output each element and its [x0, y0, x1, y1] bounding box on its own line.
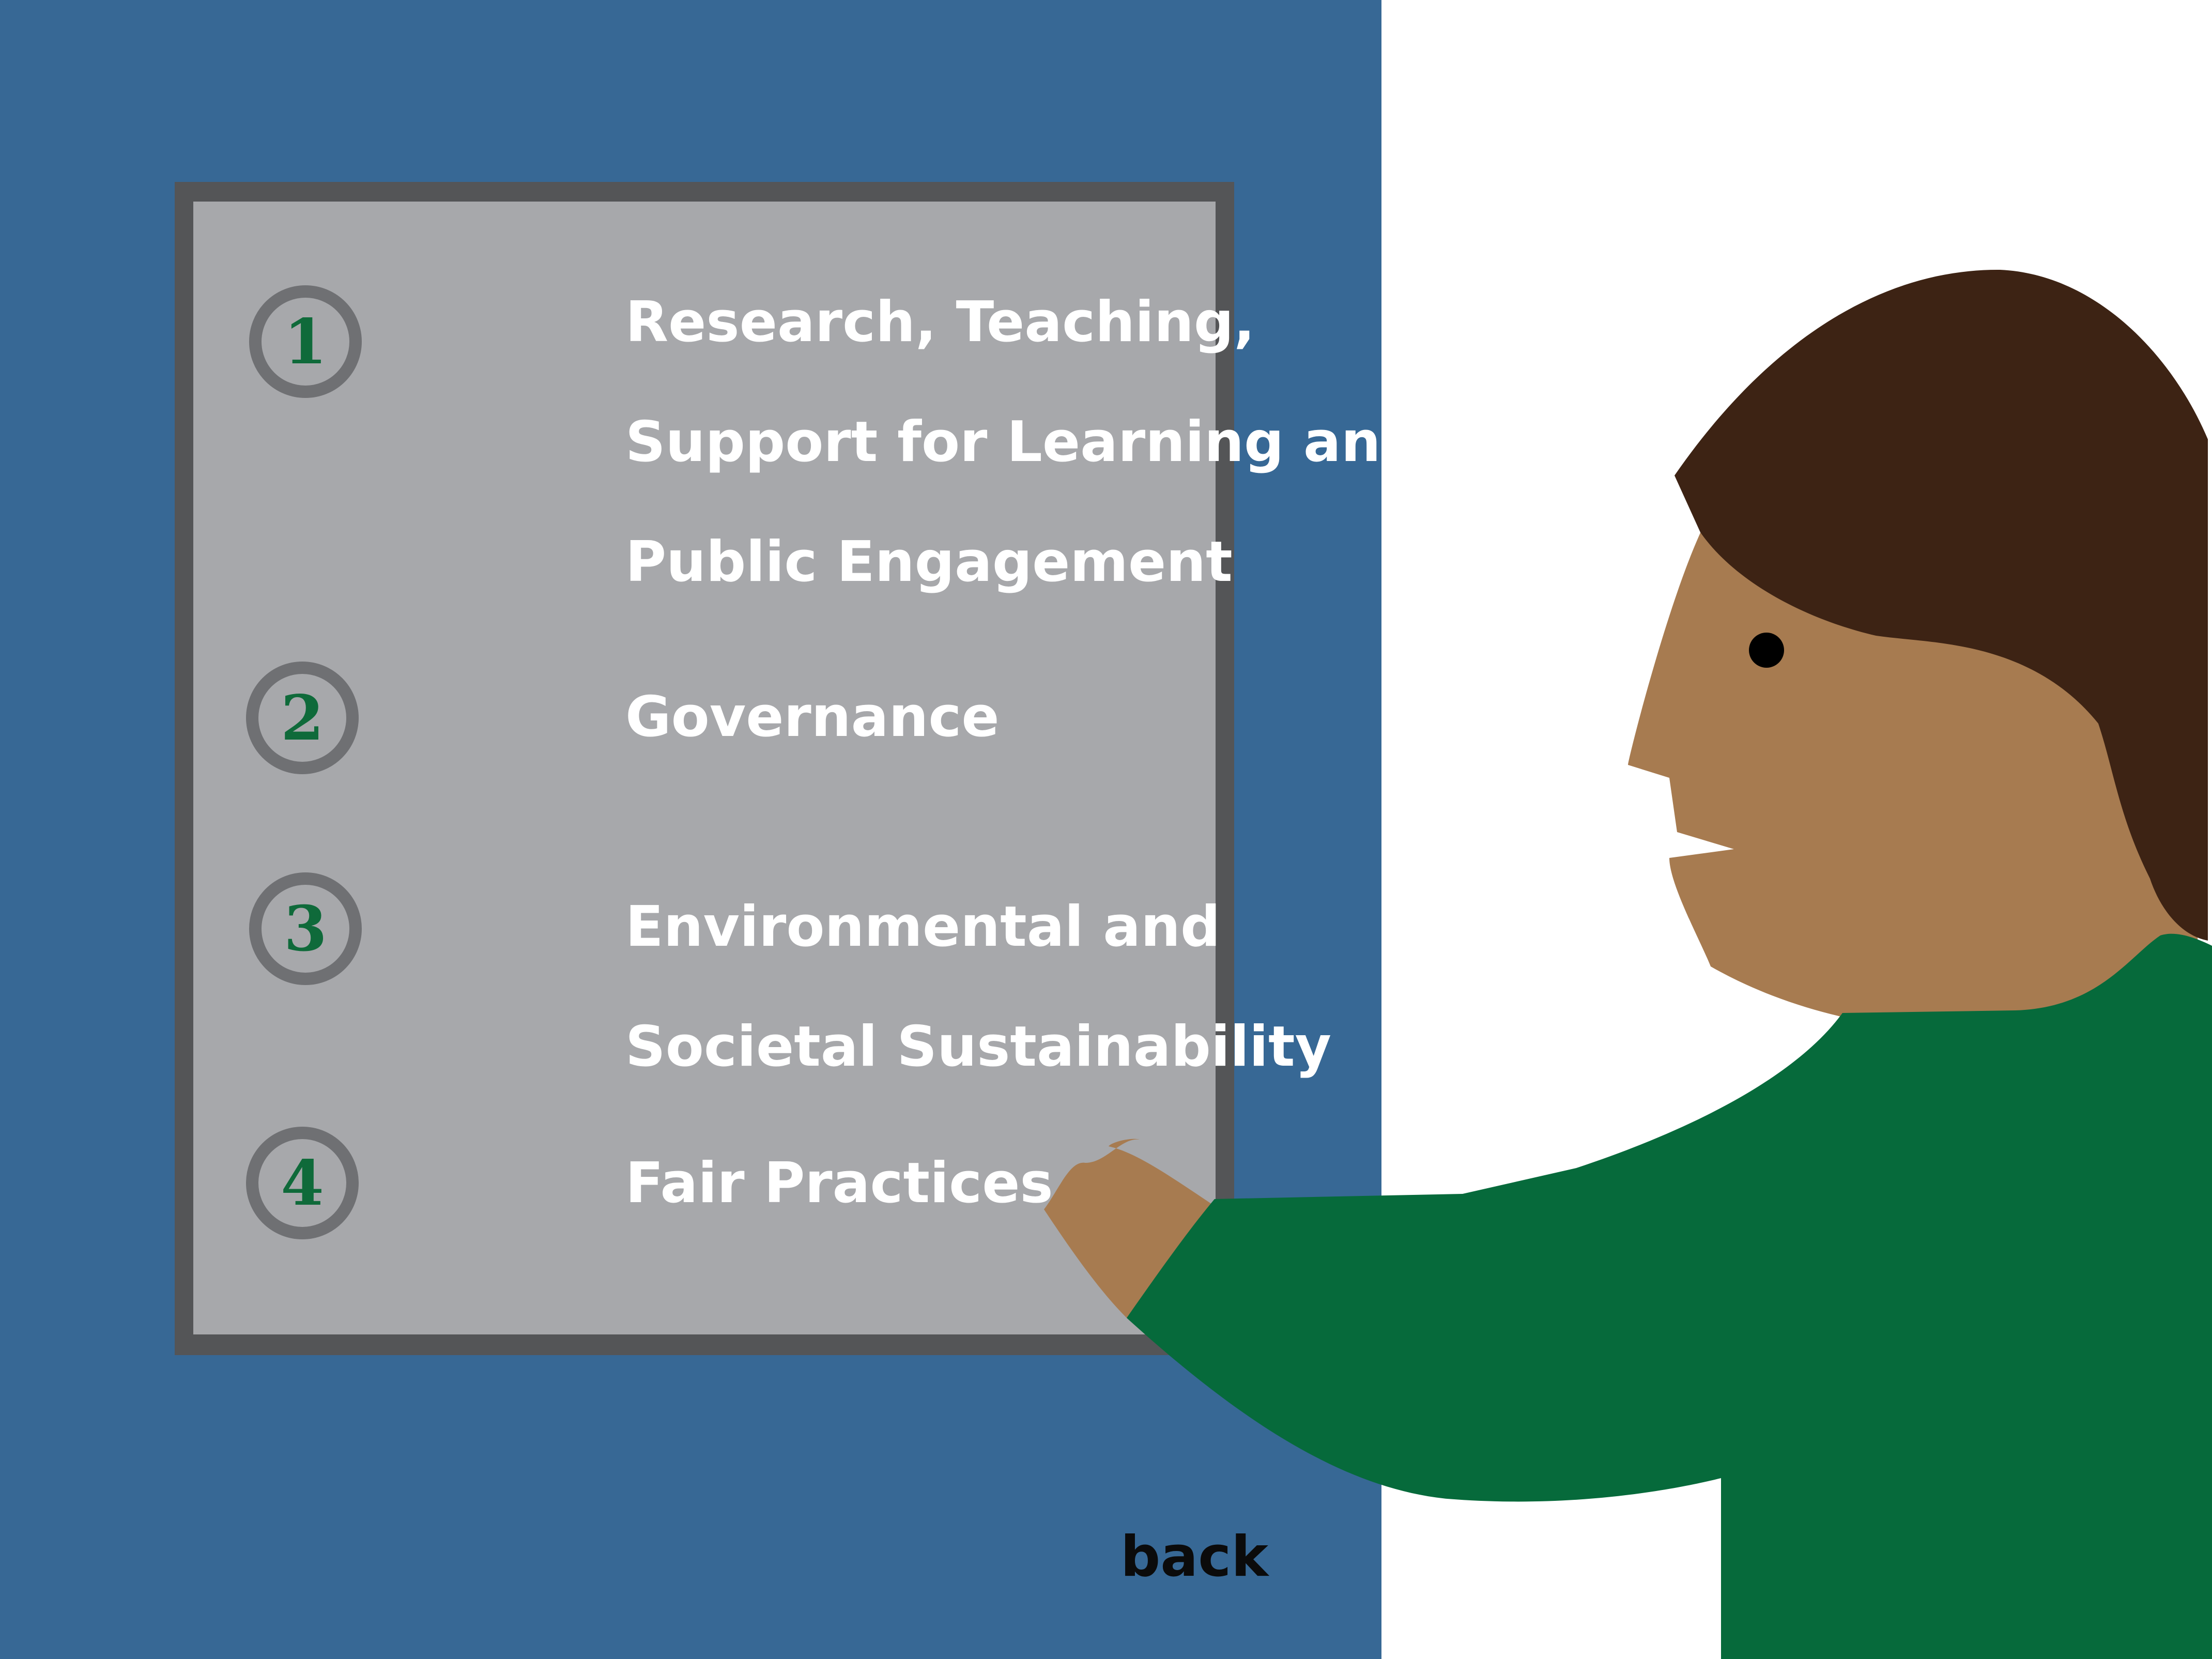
eye-shape: [1749, 633, 1784, 668]
back-button[interactable]: back: [1120, 1525, 1268, 1589]
person-pointing-icon: [1044, 269, 2212, 1659]
shirt-shape: [1127, 933, 2212, 1659]
scene: 1 Research, Teaching, Support for Learni…: [0, 0, 2212, 1659]
